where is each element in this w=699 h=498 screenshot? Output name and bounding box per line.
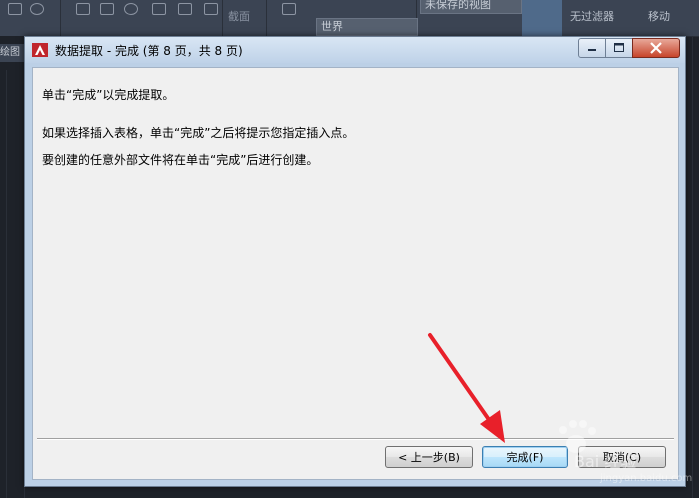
watermark-url: jingyan.baidu.com [600, 473, 693, 484]
watermark-text: Bai 经验 [574, 452, 637, 471]
arrow-shaft [428, 333, 494, 426]
